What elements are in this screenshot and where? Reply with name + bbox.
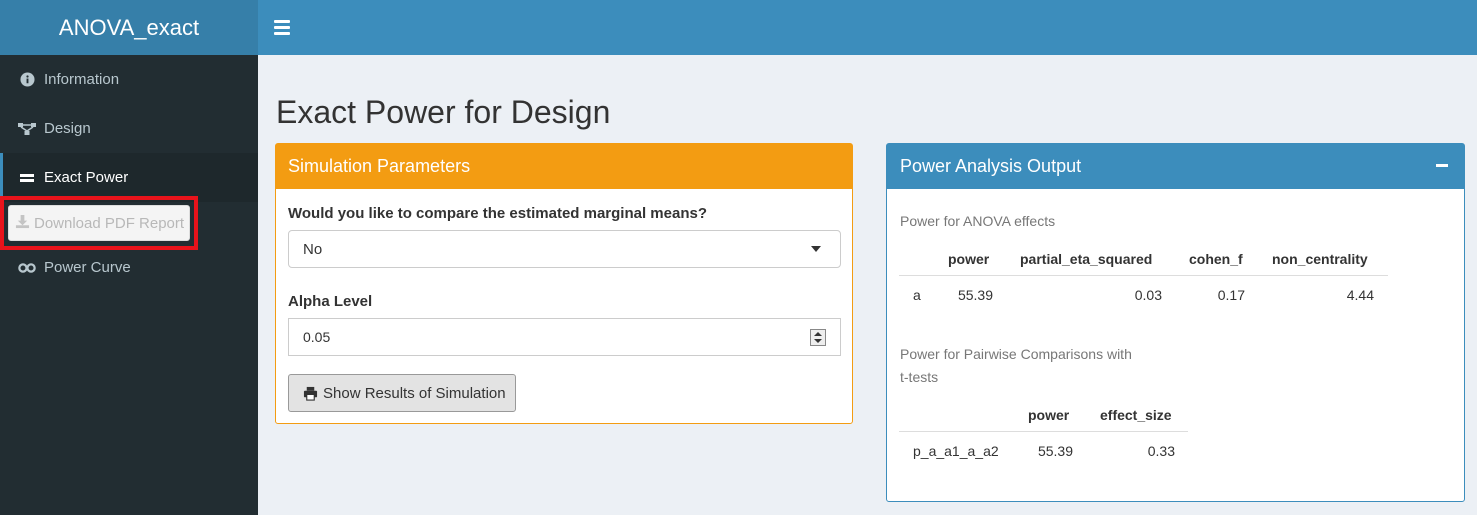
- info-circle-icon: [18, 71, 36, 89]
- anova-caption: Power for ANOVA effects: [900, 213, 1056, 229]
- emm-question-label: Would you like to compare the estimated …: [288, 205, 707, 222]
- show-results-label: Show Results of Simulation: [323, 384, 506, 402]
- page-title: Exact Power for Design: [276, 94, 611, 130]
- sidebar-toggle-icon[interactable]: [274, 17, 290, 37]
- table-rule: [899, 431, 1188, 432]
- infinity-icon: [18, 259, 36, 277]
- box-header: Power Analysis Output: [887, 144, 1464, 189]
- sidebar: Information Design Exact Power Download …: [0, 55, 258, 515]
- table-cell: a: [913, 287, 921, 303]
- sidebar-item-label: Design: [44, 120, 91, 137]
- table-cell: 55.39: [1037, 443, 1073, 459]
- table-header: effect_size: [1100, 407, 1172, 423]
- sidebar-item-information[interactable]: Information: [0, 55, 258, 104]
- table-header: power: [948, 251, 990, 267]
- simulation-parameters-box: Simulation Parameters Would you like to …: [275, 143, 853, 424]
- box-title: Simulation Parameters: [288, 156, 471, 176]
- number-spinner[interactable]: [810, 329, 826, 346]
- table-cell: 0.03: [1134, 287, 1162, 303]
- box-header: Simulation Parameters: [276, 144, 852, 189]
- app-title: ANOVA_exact: [58, 14, 200, 40]
- sidebar-item-label: Information: [44, 71, 120, 88]
- table-header: non_centrality: [1272, 251, 1368, 267]
- emm-select-value: No: [303, 240, 323, 258]
- top-navbar: [258, 0, 1477, 55]
- sidebar-item-label: Power Curve: [44, 259, 131, 276]
- table-cell: 0.33: [1147, 443, 1175, 459]
- equals-icon: [18, 169, 36, 187]
- alpha-level-value: 0.05: [303, 329, 331, 345]
- chevron-down-icon: [811, 246, 821, 252]
- show-results-button[interactable]: Show Results of Simulation: [288, 374, 516, 412]
- pairwise-caption: Power for Pairwise Comparisons with t-te…: [900, 343, 1132, 389]
- table-cell: 4.44: [1346, 287, 1374, 303]
- alpha-level-label: Alpha Level: [288, 293, 373, 310]
- table-cell: 0.17: [1217, 287, 1245, 303]
- download-pdf-label: Download PDF Report: [34, 214, 185, 232]
- download-pdf-button[interactable]: Download PDF Report: [8, 205, 190, 241]
- emm-select[interactable]: No: [288, 230, 841, 268]
- alpha-level-input[interactable]: 0.05: [288, 318, 841, 356]
- table-header: power: [1028, 407, 1070, 423]
- sidebar-item-power-curve[interactable]: Power Curve: [0, 243, 258, 292]
- sidebar-item-label: Exact Power: [44, 169, 129, 186]
- pairwise-caption-line: t-tests: [900, 369, 939, 385]
- download-icon: [15, 214, 30, 233]
- sidebar-item-design[interactable]: Design: [0, 104, 258, 153]
- power-analysis-output-box: Power Analysis Output Power for ANOVA ef…: [886, 143, 1465, 502]
- table-cell: 55.39: [957, 287, 993, 303]
- table-rule: [899, 275, 1388, 276]
- collapse-minus-icon[interactable]: [1436, 164, 1448, 167]
- sidebar-item-exact-power[interactable]: Exact Power: [0, 153, 258, 202]
- table-header: partial_eta_squared: [1020, 251, 1153, 267]
- box-title: Power Analysis Output: [900, 156, 1082, 176]
- app-logo[interactable]: ANOVA_exact: [0, 0, 258, 55]
- sitemap-icon: [18, 120, 36, 138]
- table-cell: p_a_a1_a_a2: [913, 443, 999, 459]
- table-header: cohen_f: [1189, 251, 1243, 267]
- download-highlight: Download PDF Report: [0, 196, 198, 250]
- print-icon: [303, 386, 318, 401]
- pairwise-caption-line: Power for Pairwise Comparisons with: [900, 346, 1132, 362]
